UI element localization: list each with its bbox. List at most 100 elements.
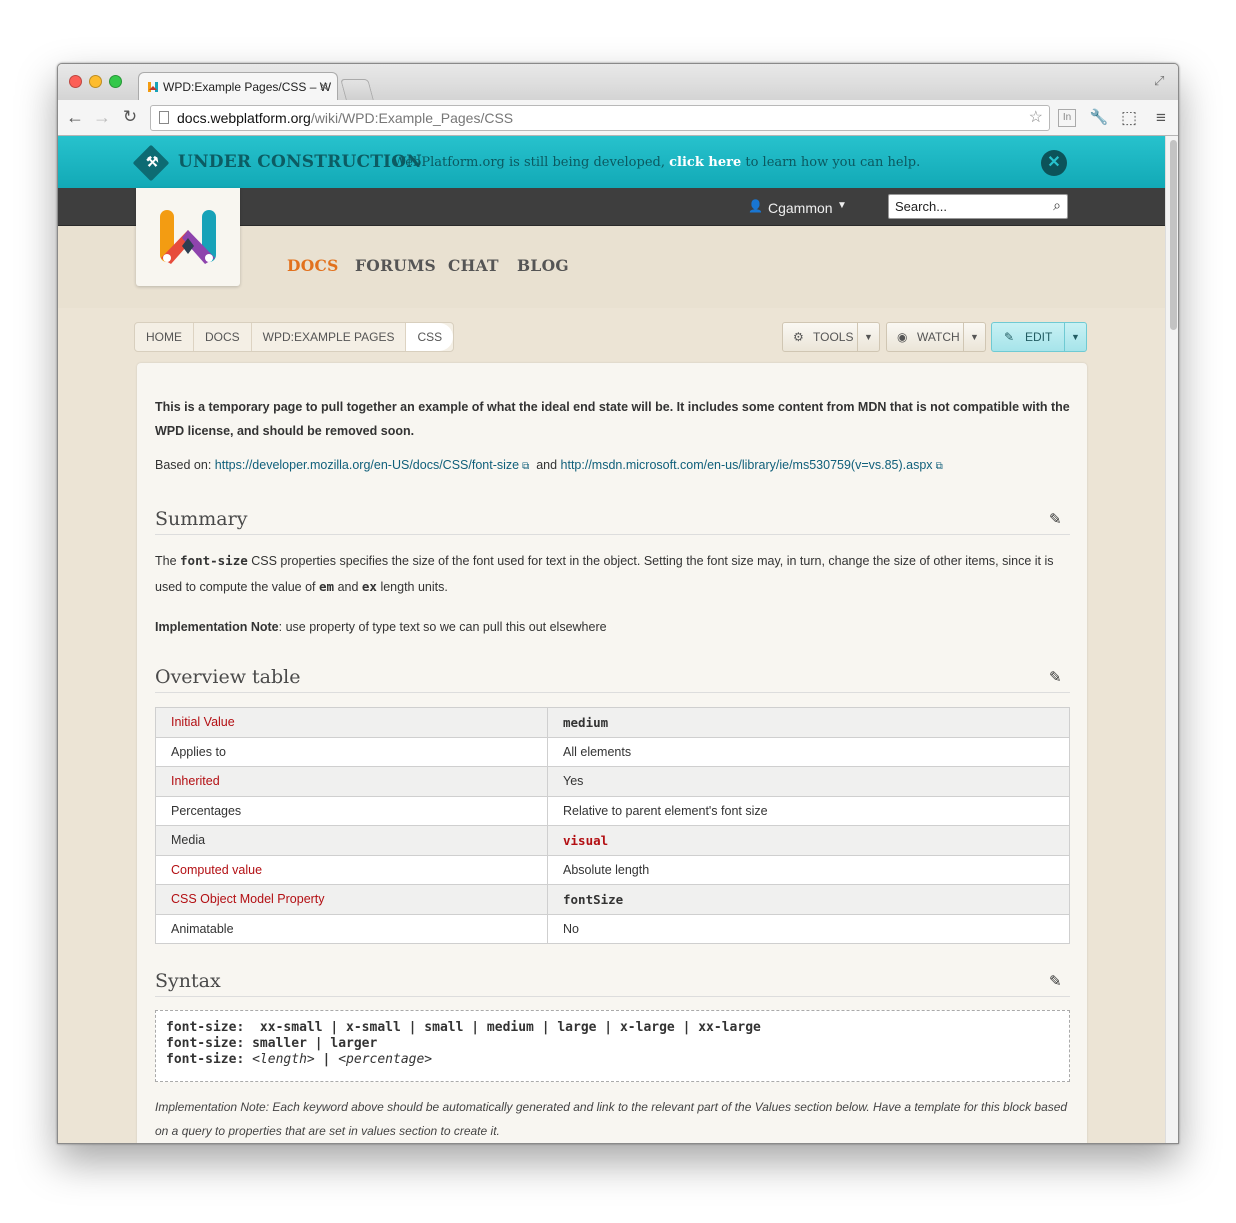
minimize-window-button[interactable] bbox=[89, 75, 102, 88]
bookmark-star-icon[interactable]: ☆ bbox=[1029, 106, 1043, 130]
browser-tab[interactable]: WPD:Example Pages/CSS – W ✕ bbox=[138, 72, 338, 100]
table-cell-label[interactable]: Computed value bbox=[155, 854, 548, 885]
based-on-and: and bbox=[536, 458, 558, 472]
scrollbar-thumb[interactable] bbox=[1170, 140, 1177, 330]
menu-icon[interactable]: ≡ bbox=[1150, 107, 1172, 129]
search-icon[interactable]: ⌕ bbox=[1053, 197, 1061, 214]
external-link-icon: ⧉ bbox=[935, 461, 943, 472]
intro-notice: This is a temporary page to pull togethe… bbox=[155, 400, 1070, 438]
breadcrumb: HOME DOCS WPD:EXAMPLE PAGES CSS bbox=[134, 322, 455, 352]
user-menu[interactable]: Cgammon bbox=[768, 200, 833, 216]
forward-arrow-icon[interactable]: → bbox=[91, 106, 113, 128]
font-size-code: font-size bbox=[180, 553, 248, 568]
breadcrumb-docs[interactable]: DOCS bbox=[194, 323, 252, 351]
banner-title: UNDER CONSTRUCTION bbox=[178, 152, 422, 172]
nav-docs[interactable]: DOCS bbox=[287, 256, 339, 275]
tab-title: WPD:Example Pages/CSS – W bbox=[163, 80, 332, 94]
table-cell-label: Applies to bbox=[155, 736, 548, 767]
banner-text: WebPlatform.org is still being developed… bbox=[393, 155, 920, 170]
nav-blog[interactable]: BLOG bbox=[517, 256, 569, 275]
table-cell-value: No bbox=[547, 913, 1070, 944]
syntax-code-block: font-size: xx-small | x-small | small | … bbox=[155, 1010, 1070, 1082]
close-window-button[interactable] bbox=[69, 75, 82, 88]
edit-syntax-pencil-icon[interactable]: ✎ bbox=[1049, 972, 1062, 990]
zoom-window-button[interactable] bbox=[109, 75, 122, 88]
back-arrow-icon[interactable]: ← bbox=[64, 106, 86, 128]
chevron-down-icon[interactable]: ▼ bbox=[837, 200, 847, 211]
edit-label: EDIT bbox=[1025, 330, 1053, 344]
tools-button[interactable]: ⚙ TOOLS ▼ bbox=[782, 322, 880, 352]
table-row: Computed value Absolute length bbox=[155, 854, 1070, 885]
initial-value-code: medium bbox=[563, 714, 609, 730]
wrench-icon[interactable]: 🔧 bbox=[1088, 107, 1110, 129]
overview-table: Initial Value medium Applies to All elem… bbox=[155, 707, 1070, 944]
summary-text: CSS properties specifies the size of the… bbox=[155, 554, 1054, 594]
linkedin-extension-icon[interactable]: In bbox=[1058, 109, 1076, 127]
table-cell-value: Relative to parent element's font size bbox=[547, 795, 1070, 826]
address-bar[interactable]: docs.webplatform.org/wiki/WPD:Example_Pa… bbox=[150, 105, 1050, 131]
new-tab-button[interactable] bbox=[340, 79, 374, 100]
summary-heading: Summary bbox=[155, 508, 248, 530]
webplatform-favicon-icon bbox=[148, 82, 158, 92]
title-bar: WPD:Example Pages/CSS – W ✕ ⤢ bbox=[58, 64, 1178, 100]
fullscreen-icon[interactable]: ⤢ bbox=[1154, 73, 1168, 88]
url-host: docs.webplatform.org bbox=[177, 110, 311, 126]
table-cell-value: fontSize bbox=[547, 884, 1070, 915]
syntax-prop: font-size: bbox=[166, 1020, 245, 1035]
summary-text: length units. bbox=[380, 580, 448, 594]
implementation-note-text: : use property of type text so we can pu… bbox=[278, 620, 607, 634]
table-row: Applies to All elements bbox=[155, 736, 1070, 767]
reload-icon[interactable]: ↻ bbox=[119, 106, 141, 128]
banner-close-icon[interactable]: ✕ bbox=[1041, 150, 1067, 176]
heading-rule bbox=[155, 996, 1070, 997]
edit-dropdown-icon[interactable]: ▼ bbox=[1064, 323, 1086, 351]
nav-chat[interactable]: CHAT bbox=[448, 256, 499, 275]
table-cell-value: Absolute length bbox=[547, 854, 1070, 885]
edit-button[interactable]: ✎ EDIT ▼ bbox=[991, 322, 1087, 352]
mdn-link[interactable]: https://developer.mozilla.org/en-US/docs… bbox=[215, 458, 519, 472]
table-row: Initial Value medium bbox=[155, 707, 1070, 738]
tab-close-icon[interactable]: ✕ bbox=[319, 73, 329, 100]
table-cell-label[interactable]: CSS Object Model Property bbox=[155, 884, 548, 915]
banner-text-before: WebPlatform.org is still being developed… bbox=[393, 155, 665, 170]
table-cell-label[interactable]: Initial Value bbox=[155, 707, 548, 738]
based-on-line: Based on: https://developer.mozilla.org/… bbox=[155, 458, 943, 472]
cssom-property-code: fontSize bbox=[563, 891, 624, 907]
table-row: Media visual bbox=[155, 825, 1070, 856]
heading-rule bbox=[155, 534, 1070, 535]
summary-paragraph: The font-size CSS properties specifies t… bbox=[155, 548, 1055, 600]
vertical-scrollbar[interactable] bbox=[1165, 136, 1178, 1143]
based-on-label: Based on: bbox=[155, 458, 212, 472]
banner-help-link[interactable]: click here bbox=[669, 155, 741, 170]
syntax-values: smaller | larger bbox=[252, 1036, 378, 1051]
media-visual-link[interactable]: visual bbox=[563, 833, 608, 848]
edit-overview-pencil-icon[interactable]: ✎ bbox=[1049, 668, 1062, 686]
edit-summary-pencil-icon[interactable]: ✎ bbox=[1049, 510, 1062, 528]
article-content: This is a temporary page to pull togethe… bbox=[137, 363, 1087, 1143]
msdn-link[interactable]: http://msdn.microsoft.com/en-us/library/… bbox=[561, 458, 933, 472]
heading-rule bbox=[155, 692, 1070, 693]
table-cell-label[interactable]: Inherited bbox=[155, 766, 548, 797]
tools-label: TOOLS bbox=[813, 330, 854, 344]
banner-text-after: to learn how you can help. bbox=[745, 155, 921, 170]
site-logo[interactable] bbox=[136, 188, 240, 286]
breadcrumb-example-pages[interactable]: WPD:EXAMPLE PAGES bbox=[252, 323, 407, 351]
summary-text: The bbox=[155, 554, 177, 568]
external-link-icon: ⧉ bbox=[522, 461, 530, 472]
screen-capture-icon[interactable]: ⬚ bbox=[1118, 107, 1140, 129]
syntax-values: xx-small | x-small | small | medium | la… bbox=[252, 1020, 761, 1035]
syntax-prop: font-size: bbox=[166, 1052, 245, 1067]
search-input[interactable]: Search... ⌕ bbox=[888, 194, 1068, 219]
implementation-note: Implementation Note: use property of typ… bbox=[155, 614, 1055, 640]
table-row: CSS Object Model Property fontSize bbox=[155, 884, 1070, 915]
breadcrumb-home[interactable]: HOME bbox=[135, 323, 194, 351]
watch-button[interactable]: ◉ WATCH ▼ bbox=[886, 322, 986, 352]
summary-text: and bbox=[337, 580, 359, 594]
nav-forums[interactable]: FORUMS bbox=[355, 256, 436, 275]
tools-dropdown-icon[interactable]: ▼ bbox=[857, 323, 879, 351]
syntax-implementation-note: Implementation Note: Each keyword above … bbox=[155, 1100, 1068, 1138]
syntax-prop: font-size: bbox=[166, 1036, 245, 1051]
watch-dropdown-icon[interactable]: ▼ bbox=[963, 323, 985, 351]
page-viewport: ⚒ UNDER CONSTRUCTION WebPlatform.org is … bbox=[58, 136, 1165, 1143]
table-row: Inherited Yes bbox=[155, 766, 1070, 797]
